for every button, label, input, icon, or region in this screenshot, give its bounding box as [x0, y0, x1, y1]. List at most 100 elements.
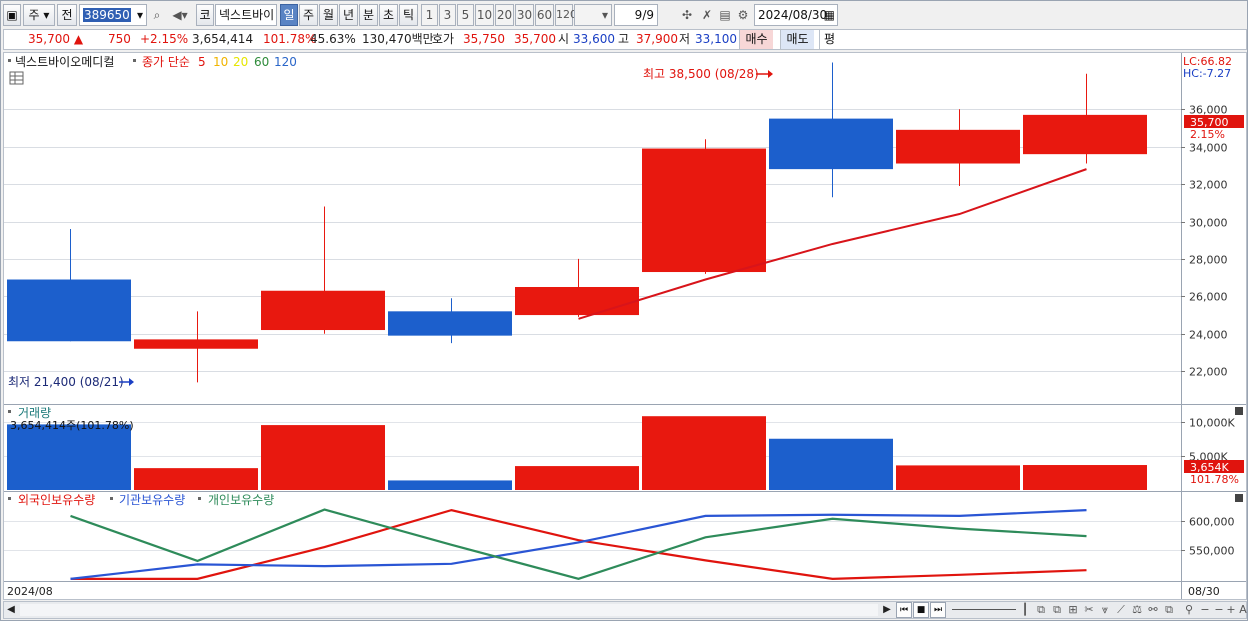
stock-name-field[interactable]: 넥스트바이: [215, 4, 277, 26]
open-label: 시: [558, 32, 570, 46]
scissor-icon[interactable]: ✂: [1082, 602, 1096, 618]
interval-60-button[interactable]: 60: [535, 4, 554, 26]
volume-bar: [261, 425, 385, 490]
scroll-left-arrow-icon[interactable]: ◀: [4, 602, 18, 618]
interval-120-button[interactable]: 120: [555, 4, 577, 26]
chart-canvas[interactable]: 22,000 24,000 26,000 28,000 30,000 32,000 34,0…: [4, 53, 1246, 599]
footer-left-date: 2024/08: [7, 585, 53, 598]
volume-bar: [769, 438, 893, 490]
candle-body: [896, 129, 1020, 164]
open-price: 33,600: [573, 32, 615, 46]
duplicate-icon[interactable]: ⧉: [1050, 602, 1064, 618]
hoga-ask: 35,750: [463, 32, 505, 46]
eval-button[interactable]: 평: [819, 30, 839, 49]
analysis-tool-icon[interactable]: ⚖: [1130, 602, 1144, 618]
legend-individual-holding: 개인보유수량: [208, 493, 274, 507]
volume-bar: [134, 468, 258, 490]
footer-right-date: 08/30: [1188, 585, 1220, 598]
candle-body: [261, 290, 385, 331]
data-table-icon[interactable]: [9, 71, 24, 85]
volume-value: 3,654,414: [192, 32, 254, 46]
interval-30-button[interactable]: 30: [515, 4, 534, 26]
period-second-button[interactable]: 초: [379, 4, 398, 26]
crosshair-icon[interactable]: ✣: [678, 4, 696, 26]
price-change-pct: +2.15%: [140, 32, 189, 46]
zoom-slider[interactable]: [952, 609, 1016, 610]
low-label: 저: [679, 32, 691, 46]
hoga-label: 호가: [432, 32, 455, 46]
legend-ma60: 60: [254, 55, 269, 69]
holdings-close-icon[interactable]: [1235, 494, 1243, 502]
institution-holding-line: [70, 509, 1087, 580]
volume-close-icon[interactable]: [1235, 407, 1243, 415]
volume-bar: [642, 416, 766, 490]
market-select[interactable]: 주 ▾: [23, 4, 55, 26]
volume-bar: [515, 466, 639, 490]
sell-button[interactable]: 매도: [780, 30, 814, 49]
speaker-icon[interactable]: ◀▾: [166, 4, 194, 26]
trend-tool-icon[interactable]: ⟋: [1114, 602, 1128, 618]
interval-5-button[interactable]: 5: [457, 4, 474, 26]
chart-window: ▣ 주 ▾ 전 389650 ▾ ⌕ ◀▾ 코 넥스트바이 일 주 월 년 분 초…: [0, 0, 1248, 621]
settings-gear-icon[interactable]: ⚙: [734, 4, 752, 26]
period-tick-button[interactable]: 틱: [399, 4, 418, 26]
cursor-tool-icon[interactable]: ┃: [1018, 602, 1032, 618]
legend-ma10: 10: [213, 55, 228, 69]
calendar-icon[interactable]: ▦: [824, 5, 835, 25]
link-icon[interactable]: ⚯: [1146, 602, 1160, 618]
price-tick-label: 34,000: [1189, 142, 1228, 155]
volume-bars: [7, 416, 1147, 490]
grid-tool-icon[interactable]: ⊞: [1066, 602, 1080, 618]
candle-body: [769, 118, 893, 170]
period-minute-button[interactable]: 분: [359, 4, 378, 26]
window-icon[interactable]: ⧉: [1162, 602, 1176, 618]
period-day-button[interactable]: 일: [280, 4, 298, 26]
period-month-button[interactable]: 월: [319, 4, 338, 26]
stock-type-icon[interactable]: 코: [196, 4, 214, 26]
candle-body: [515, 287, 639, 316]
chart-area[interactable]: 22,000 24,000 26,000 28,000 30,000 32,000 34,0…: [3, 52, 1247, 600]
period-year-button[interactable]: 년: [339, 4, 358, 26]
price-tick-label: 30,000: [1189, 217, 1228, 230]
period-week-button[interactable]: 주: [299, 4, 318, 26]
price-tick-label: 28,000: [1189, 254, 1228, 267]
last-page-icon[interactable]: ⏭: [930, 602, 946, 618]
bottom-bar: ◀ ▶ ⏮ ■ ⏭ ┃ ⧉ ⧉ ⊞ ✂ ⩔ ⟋ ⚖ ⚯ ⧉ ⚲ − − + A: [3, 601, 1247, 619]
price-tick-label: 26,000: [1189, 291, 1228, 304]
first-page-icon[interactable]: ⏮: [896, 602, 912, 618]
pct-tag-text: 2.15%: [1190, 128, 1225, 141]
hc-value: HC:-7.27: [1183, 67, 1231, 80]
legend-ma5: 5: [198, 55, 206, 69]
count-input[interactable]: 9/9: [614, 4, 658, 26]
low-price: 33,100: [695, 32, 737, 46]
horizontal-scrollbar[interactable]: [20, 604, 878, 616]
holdings-lines: [70, 508, 1087, 580]
interval-20-button[interactable]: 20: [495, 4, 514, 26]
save-icon[interactable]: ▤: [716, 4, 734, 26]
interval-custom-select[interactable]: ▾: [574, 4, 612, 26]
ruler-icon[interactable]: ⩔: [1098, 602, 1112, 618]
interval-10-button[interactable]: 10: [475, 4, 494, 26]
all-button[interactable]: 전: [57, 4, 77, 26]
price-change: 750: [108, 32, 131, 46]
search-icon[interactable]: ⌕: [148, 4, 166, 26]
date-input[interactable]: 2024/08/30 ▦: [754, 4, 838, 26]
candle-body: [388, 311, 512, 336]
drawing-tool-icon[interactable]: ✗: [698, 4, 716, 26]
zoom-out-icon[interactable]: −: [1198, 602, 1212, 618]
high-label: 고: [618, 32, 630, 46]
stop-icon[interactable]: ■: [913, 602, 929, 618]
copy-icon[interactable]: ⧉: [1034, 602, 1048, 618]
interval-1-button[interactable]: 1: [421, 4, 438, 26]
scroll-right-arrow-icon[interactable]: ▶: [880, 602, 894, 618]
layout-icon[interactable]: ▣: [3, 4, 21, 26]
high-note: 최고 38,500 (08/28): [643, 67, 759, 81]
stock-code-input[interactable]: 389650 ▾: [79, 4, 147, 26]
font-size-icon[interactable]: A: [1236, 602, 1248, 618]
vol-pct-tag-text: 101.78%: [1190, 473, 1239, 486]
legend-ma20: 20: [233, 55, 248, 69]
quote-bar: 35,700 ▲ 750 +2.15% 3,654,414 101.78% 45…: [3, 29, 1247, 50]
buy-button[interactable]: 매수: [739, 30, 773, 49]
interval-3-button[interactable]: 3: [439, 4, 456, 26]
magnifier-icon[interactable]: ⚲: [1182, 602, 1196, 618]
